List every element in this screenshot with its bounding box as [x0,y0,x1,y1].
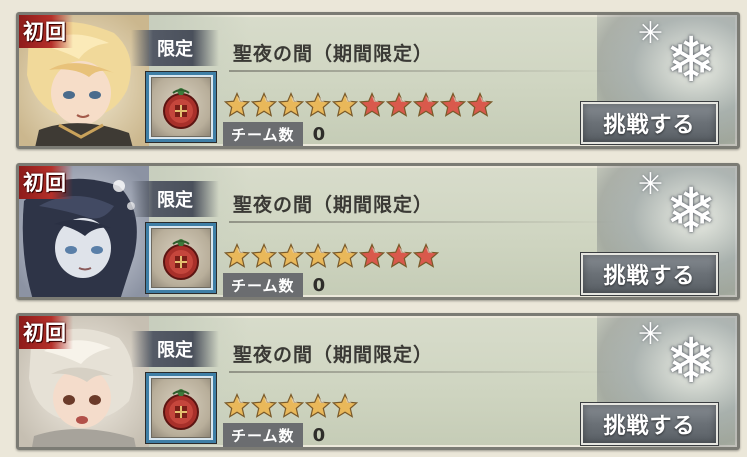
difficulty-star-icon [251,243,277,268]
team-count-row: チーム数 0 [223,423,326,447]
christmas-gift-medal-icon [152,229,210,287]
challenge-button[interactable]: 挑戦する [581,253,718,295]
limited-badge: 限定 [131,331,219,367]
title-underline [229,70,619,72]
difficulty-star-icon [413,243,439,268]
limited-badge: 限定 [131,181,219,217]
difficulty-star-icon [278,393,304,418]
team-count-label: チーム数 [223,122,303,146]
stage-title: 聖夜の間（期間限定） [233,344,434,366]
stage-title: 聖夜の間（期間限定） [233,194,434,216]
snowflake-icon: ❄ [665,174,717,247]
difficulty-star-icon [305,393,331,418]
first-clear-badge: 初回 [19,316,73,349]
challenge-button[interactable]: 挑戦する [581,102,718,144]
difficulty-star-icon [467,92,493,117]
difficulty-star-icon [386,243,412,268]
difficulty-star-icon [440,92,466,117]
difficulty-star-icon [359,243,385,268]
difficulty-star-icon [359,92,385,117]
team-count-row: チーム数 0 [223,122,326,146]
christmas-gift-medal-icon [152,78,210,136]
difficulty-star-icon [332,393,358,418]
difficulty-star-icon [278,92,304,117]
difficulty-star-icon [305,92,331,117]
team-count-value: 0 [312,275,326,296]
limited-badge: 限定 [131,30,219,66]
team-count-value: 0 [312,425,326,446]
small-snowflake-icon: ✳ [637,317,663,352]
snowflake-icon: ❄ [665,324,717,397]
difficulty-star-icon [251,393,277,418]
stage-list: ✳ ❄ 初回 限定 聖夜の間（期間限定） チーム数 0 挑戦する ✳ ❄ 初回 … [0,0,747,457]
small-snowflake-icon: ✳ [637,167,663,202]
reward-item-slot[interactable] [146,223,216,293]
difficulty-star-icon [332,243,358,268]
difficulty-star-icon [224,393,250,418]
difficulty-star-icon [278,243,304,268]
reward-item-slot[interactable] [146,373,216,443]
difficulty-star-icon [224,92,250,117]
team-count-label: チーム数 [223,423,303,447]
stage-card: ✳ ❄ 初回 限定 聖夜の間（期間限定） チーム数 0 挑戦する [16,313,740,450]
snowflake-icon: ❄ [665,23,717,96]
stage-card: ✳ ❄ 初回 限定 聖夜の間（期間限定） チーム数 0 挑戦する [16,12,740,149]
first-clear-badge: 初回 [19,15,73,48]
stage-card: ✳ ❄ 初回 限定 聖夜の間（期間限定） チーム数 0 挑戦する [16,163,740,300]
small-snowflake-icon: ✳ [637,16,663,51]
difficulty-stars [224,243,439,269]
difficulty-star-icon [413,92,439,117]
title-underline [229,371,619,373]
difficulty-stars [224,393,358,419]
difficulty-star-icon [251,92,277,117]
team-count-value: 0 [312,124,326,145]
reward-item-slot[interactable] [146,72,216,142]
difficulty-star-icon [305,243,331,268]
difficulty-star-icon [386,92,412,117]
difficulty-stars [224,92,493,118]
title-underline [229,221,619,223]
christmas-gift-medal-icon [152,379,210,437]
stage-title: 聖夜の間（期間限定） [233,43,434,65]
first-clear-badge: 初回 [19,166,73,199]
difficulty-star-icon [224,243,250,268]
team-count-label: チーム数 [223,273,303,297]
difficulty-star-icon [332,92,358,117]
challenge-button[interactable]: 挑戦する [581,403,718,445]
team-count-row: チーム数 0 [223,273,326,297]
